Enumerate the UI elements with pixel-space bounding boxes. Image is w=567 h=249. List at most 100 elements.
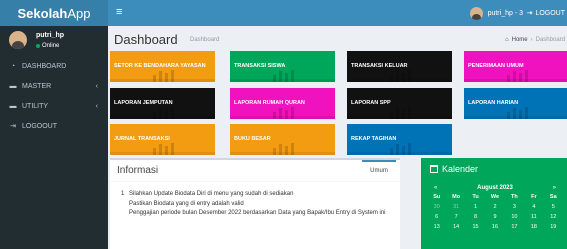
calendar-grid: Su Mo Tu We Th Fr Sa 30 31 1 2 3 4 5 6 7… xyxy=(427,194,563,230)
calendar-box: Kalender « August 2023 » Su Mo Tu We Th … xyxy=(421,158,567,249)
calendar-day[interactable]: 7 xyxy=(446,214,465,220)
tile-label: TRANSAKSI KELUAR xyxy=(351,63,408,69)
calendar-day[interactable]: 3 xyxy=(505,204,524,210)
home-icon: ⌂ xyxy=(505,37,509,43)
sign-out-icon: ⇥ xyxy=(526,10,533,17)
calendar-day[interactable]: 30 xyxy=(427,204,446,210)
list-item: Penggajian periode bulan Desember 2022 b… xyxy=(129,210,386,216)
calendar-day[interactable]: 9 xyxy=(485,214,504,220)
brand-light: App xyxy=(67,5,91,21)
breadcrumb-home[interactable]: Home xyxy=(512,37,528,43)
tab-label: Umum xyxy=(370,168,388,174)
page-subtitle: Dashboard xyxy=(190,37,220,43)
sidebar-item-dashboard[interactable]: ◔ DASHBOARD xyxy=(0,56,108,76)
tile-label: SETOR KE BENDAHARA YAYASAN xyxy=(114,63,206,69)
tile-setor-bendahara[interactable]: SETOR KE BENDAHARA YAYASAN xyxy=(110,51,215,82)
logout-label: LOGOUT xyxy=(535,9,565,17)
prev-month-button[interactable]: « xyxy=(434,185,437,191)
calendar-month[interactable]: August 2023 xyxy=(477,185,513,191)
sidebar-item-logout[interactable]: ⇥ LOGOOUT xyxy=(0,116,108,136)
calendar-day[interactable]: 10 xyxy=(505,214,524,220)
breadcrumb: ⌂ Home › Dashboard xyxy=(505,37,565,43)
next-month-button[interactable]: » xyxy=(553,185,556,191)
tile-penerimaan-umum[interactable]: PENERIMAAN UMUM xyxy=(464,51,567,82)
day-name: Su xyxy=(433,194,441,200)
top-navbar: ≡ putri_hp - 3 ⇥ LOGOUT xyxy=(108,0,567,26)
tile-label: LAPORAN SPP xyxy=(351,100,391,106)
tile-label: LAPORAN HARIAN xyxy=(468,100,519,106)
tile-laporan-harian[interactable]: LAPORAN HARIAN xyxy=(464,88,567,119)
tile-laporan-spp[interactable]: LAPORAN SPP xyxy=(347,88,452,119)
info-list: 1 Silahkan Update Biodata Diri di menu y… xyxy=(121,190,386,219)
user-status: Online xyxy=(36,43,59,49)
tile-label: LAPORAN JEMPUTAN xyxy=(114,100,173,106)
calendar-day[interactable]: 31 xyxy=(446,204,465,210)
tile-laporan-jemputan[interactable]: LAPORAN JEMPUTAN xyxy=(110,88,215,119)
list-number: 1 xyxy=(121,191,125,197)
user-panel: putri_hp Online xyxy=(0,26,108,56)
chevron-left-icon: ‹ xyxy=(95,82,98,90)
calendar-day[interactable]: 12 xyxy=(544,214,563,220)
calendar-day[interactable]: 8 xyxy=(466,214,485,220)
calendar-day[interactable]: 19 xyxy=(544,224,563,230)
online-dot-icon xyxy=(36,44,40,48)
tile-rekap-tagihan[interactable]: REKAP TAGIHAN xyxy=(347,124,452,155)
calendar-header: Kalender xyxy=(430,164,478,174)
sidebar-item-master[interactable]: ▬ MASTER ‹ xyxy=(0,76,108,96)
info-box: Informasi Umum 1 Silahkan Update Biodata… xyxy=(110,158,400,249)
tile-label: BUKU BESAR xyxy=(234,136,271,142)
day-name: Mo xyxy=(452,194,461,200)
day-name: We xyxy=(490,194,500,200)
folder-icon: ▬ xyxy=(9,102,17,110)
tile-label: TRANSAKSI SISWA xyxy=(234,63,286,69)
calendar-day[interactable]: 5 xyxy=(544,204,563,210)
calendar-day[interactable]: 17 xyxy=(505,224,524,230)
page-title: Dashboard xyxy=(114,32,178,47)
tile-label: JURNAL TRANSAKSI xyxy=(114,136,170,142)
day-name: Sa xyxy=(549,194,557,200)
calendar-day[interactable]: 15 xyxy=(466,224,485,230)
calendar-day[interactable]: 2 xyxy=(485,204,504,210)
main-content: Dashboard Dashboard ⌂ Home › Dashboard S… xyxy=(108,26,567,249)
calendar-day[interactable]: 13 xyxy=(427,224,446,230)
calendar-day[interactable]: 4 xyxy=(524,204,543,210)
tile-label: REKAP TAGIHAN xyxy=(351,136,397,142)
sidebar-item-label: DASHBOARD xyxy=(22,62,67,70)
app-logo[interactable]: Sekolah App xyxy=(0,0,108,26)
sidebar-item-label: LOGOOUT xyxy=(22,122,58,130)
avatar xyxy=(9,31,27,49)
tile-label: PENERIMAAN UMUM xyxy=(468,63,524,69)
avatar xyxy=(469,6,483,20)
tile-transaksi-siswa[interactable]: TRANSAKSI SISWA xyxy=(230,51,335,82)
calendar-day[interactable]: 1 xyxy=(466,204,485,210)
calendar-day[interactable]: 18 xyxy=(524,224,543,230)
tile-buku-besar[interactable]: BUKU BESAR xyxy=(230,124,335,155)
user-menu-label: putri_hp - 3 xyxy=(487,9,523,17)
tile-laporan-rumah-quran[interactable]: LAPORAN RUMAH QURAN xyxy=(230,88,335,119)
sign-out-icon: ⇥ xyxy=(10,123,16,130)
tile-jurnal-transaksi[interactable]: JURNAL TRANSAKSI xyxy=(110,124,215,155)
calendar-day[interactable]: 16 xyxy=(485,224,504,230)
sidebar-item-label: MASTER xyxy=(22,82,52,90)
day-name: Tu xyxy=(472,194,479,200)
day-name: Th xyxy=(511,194,518,200)
calendar-icon xyxy=(430,165,438,173)
calendar-day[interactable]: 6 xyxy=(427,214,446,220)
tab-umum[interactable]: Umum xyxy=(362,160,396,180)
logout-button[interactable]: ⇥ LOGOUT xyxy=(527,0,565,26)
sidebar: putri_hp Online ◔ DASHBOARD ▬ MASTER ‹ ▬… xyxy=(0,26,108,249)
breadcrumb-current: Dashboard xyxy=(535,37,565,43)
tile-transaksi-keluar[interactable]: TRANSAKSI KELUAR xyxy=(347,51,452,82)
calendar-day[interactable]: 14 xyxy=(446,224,465,230)
chevron-left-icon: ‹ xyxy=(95,102,98,110)
hamburger-icon[interactable]: ≡ xyxy=(116,6,122,18)
day-name: Fr xyxy=(531,194,537,200)
user-status-label: Online xyxy=(42,43,60,49)
list-item: Pastikan Biodata yang di entry adalah va… xyxy=(129,200,244,207)
info-title: Informasi xyxy=(117,165,159,176)
calendar-day[interactable]: 11 xyxy=(524,214,543,220)
breadcrumb-separator: › xyxy=(530,37,533,43)
sidebar-item-utility[interactable]: ▬ UTILITY ‹ xyxy=(0,96,108,116)
dashboard-icon: ◔ xyxy=(10,62,16,70)
user-menu[interactable]: putri_hp - 3 xyxy=(469,0,523,26)
